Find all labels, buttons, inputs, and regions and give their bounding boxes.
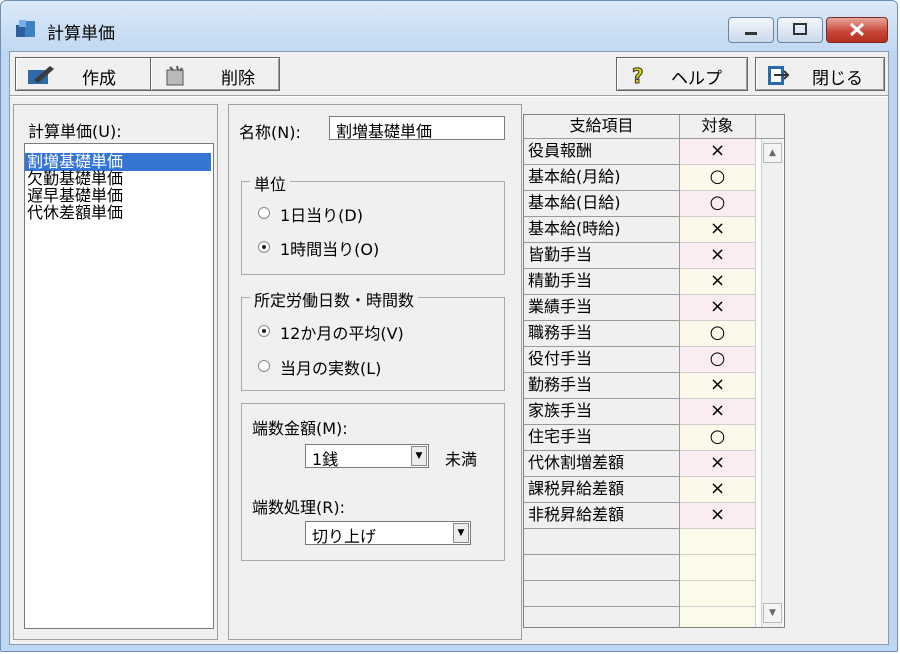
grid-item-cell[interactable]: 皆勤手当: [524, 243, 680, 269]
scroll-down-icon[interactable]: ▼: [763, 603, 782, 623]
rounding-amount-value: 1銭: [312, 450, 339, 469]
unit-per-day-radio[interactable]: [258, 207, 270, 219]
scroll-up-icon[interactable]: ▲: [763, 143, 782, 163]
help-label: ヘルプ: [671, 69, 722, 89]
help-icon: ?: [632, 64, 645, 86]
grid-item-cell[interactable]: 住宅手当: [524, 425, 680, 451]
close-icon: [849, 22, 865, 37]
grid-empty-cell[interactable]: [524, 529, 680, 555]
delete-button[interactable]: 削除: [150, 57, 280, 91]
grid-target-cell[interactable]: ×: [680, 373, 756, 399]
unit-per-hour-radio[interactable]: [258, 241, 270, 253]
settings-panel: 名称(N): 割増基礎単価 単位 1日当り(D) 1時間当り(O) 所定労働日数…: [228, 104, 522, 640]
dropdown-arrow-icon[interactable]: ▼: [453, 523, 469, 543]
actual-month-radio[interactable]: [258, 360, 270, 372]
unit-price-list-label: 計算単価(U):: [28, 122, 122, 141]
payment-items-grid[interactable]: 支給項目 対象 役員報酬 × 基本給(月給) ○ 基本給(日給) ○ 基本給(時給) × 皆勤手…: [523, 114, 785, 628]
grid-empty-cell[interactable]: [524, 555, 680, 581]
annual-average-label[interactable]: 12か月の平均(V): [280, 320, 404, 344]
maximize-icon: [793, 23, 807, 35]
grid-item-cell[interactable]: 課税昇給差額: [524, 477, 680, 503]
help-button[interactable]: ? ヘルプ: [616, 57, 748, 91]
rounding-amount-select[interactable]: 1銭 ▼: [305, 444, 429, 469]
trash-icon: [166, 65, 184, 86]
grid-item-cell[interactable]: 職務手当: [524, 321, 680, 347]
minimize-icon: [745, 32, 757, 35]
working-days-legend: 所定労働日数・時間数: [250, 287, 419, 311]
grid-empty-cell[interactable]: [680, 529, 756, 555]
name-label: 名称(N):: [239, 123, 301, 142]
grid-target-cell[interactable]: ×: [680, 477, 756, 503]
main-window: 計算単価 作成 削除 ? ヘルプ 閉じる 計算単価(U): 割増基礎単価 欠勤基…: [0, 0, 898, 652]
rounding-method-value: 切り上げ: [312, 527, 377, 546]
close-label: 閉じる: [812, 69, 863, 89]
close-button[interactable]: 閉じる: [755, 57, 885, 91]
grid-item-cell[interactable]: 役付手当: [524, 347, 680, 373]
grid-target-cell[interactable]: ×: [680, 139, 756, 165]
working-days-group: 所定労働日数・時間数 12か月の平均(V) 当月の実数(L): [241, 287, 505, 391]
create-label: 作成: [82, 69, 116, 89]
vertical-scrollbar[interactable]: ▲ ▼: [761, 139, 783, 627]
unit-per-day-label[interactable]: 1日当り(D): [280, 202, 363, 226]
title-bar[interactable]: 計算単価: [1, 1, 897, 51]
grid-target-cell[interactable]: ○: [680, 321, 756, 347]
grid-header-target: 対象: [680, 115, 756, 139]
grid-target-cell[interactable]: ×: [680, 399, 756, 425]
grid-target-cell[interactable]: ×: [680, 243, 756, 269]
app-icon: [16, 20, 35, 37]
grid-item-cell[interactable]: 業績手当: [524, 295, 680, 321]
grid-item-cell[interactable]: 基本給(日給): [524, 191, 680, 217]
unit-price-list-panel: 計算単価(U): 割増基礎単価 欠勤基礎単価 遅早基礎単価 代休差額単価: [13, 104, 218, 640]
grid-target-cell[interactable]: ×: [680, 295, 756, 321]
grid-empty-cell[interactable]: [524, 581, 680, 607]
grid-target-cell[interactable]: ○: [680, 191, 756, 217]
grid-item-cell[interactable]: 役員報酬: [524, 139, 680, 165]
rounding-group: 端数金額(M): 1銭 ▼ 未満 端数処理(R): 切り上げ ▼: [241, 403, 505, 561]
rounding-amount-label: 端数金額(M):: [252, 419, 348, 438]
grid-item-cell[interactable]: 家族手当: [524, 399, 680, 425]
unit-per-hour-label[interactable]: 1時間当り(O): [280, 236, 379, 260]
grid-target-cell[interactable]: ×: [680, 451, 756, 477]
unit-price-listbox[interactable]: 割増基礎単価 欠勤基礎単価 遅早基礎単価 代休差額単価: [24, 143, 214, 629]
rounding-method-label: 端数処理(R):: [252, 498, 345, 517]
grid-target-cell[interactable]: ×: [680, 217, 756, 243]
create-button[interactable]: 作成: [15, 57, 155, 91]
grid-target-cell[interactable]: ○: [680, 347, 756, 373]
dropdown-arrow-icon[interactable]: ▼: [411, 446, 427, 466]
actual-month-label[interactable]: 当月の実数(L): [280, 355, 381, 379]
list-item[interactable]: 代休差額単価: [25, 204, 211, 222]
grid-item-cell[interactable]: 非税昇給差額: [524, 503, 680, 529]
edit-icon: [28, 66, 54, 84]
unit-group: 単位 1日当り(D) 1時間当り(O): [241, 171, 505, 275]
grid-item-cell[interactable]: 代休割増差額: [524, 451, 680, 477]
minimize-button[interactable]: [728, 17, 774, 43]
unit-group-legend: 単位: [250, 171, 291, 195]
grid-empty-cell[interactable]: [680, 607, 756, 627]
grid-item-cell[interactable]: 勤務手当: [524, 373, 680, 399]
maximize-button[interactable]: [777, 17, 823, 43]
grid-item-cell[interactable]: 基本給(月給): [524, 165, 680, 191]
close-window-button[interactable]: [826, 17, 888, 43]
grid-target-cell[interactable]: ○: [680, 165, 756, 191]
exit-icon: [768, 66, 790, 85]
window-title: 計算単価: [47, 24, 115, 44]
rounding-method-select[interactable]: 切り上げ ▼: [305, 521, 471, 546]
grid-target-cell[interactable]: ×: [680, 503, 756, 529]
grid-target-cell[interactable]: ○: [680, 425, 756, 451]
grid-item-cell[interactable]: 精勤手当: [524, 269, 680, 295]
client-area: 作成 削除 ? ヘルプ 閉じる 計算単価(U): 割増基礎単価 欠勤基礎単価 遅…: [9, 51, 889, 645]
grid-empty-cell[interactable]: [524, 607, 680, 627]
grid-header-item: 支給項目: [524, 115, 680, 139]
grid-empty-cell[interactable]: [680, 581, 756, 607]
grid-item-cell[interactable]: 基本給(時給): [524, 217, 680, 243]
annual-average-radio[interactable]: [258, 325, 270, 337]
rounding-amount-suffix: 未満: [445, 450, 478, 469]
svg-text:?: ?: [632, 64, 644, 86]
name-field[interactable]: 割増基礎単価: [329, 116, 505, 141]
grid-empty-cell[interactable]: [680, 555, 756, 581]
delete-label: 削除: [221, 69, 255, 89]
grid-target-cell[interactable]: ×: [680, 269, 756, 295]
